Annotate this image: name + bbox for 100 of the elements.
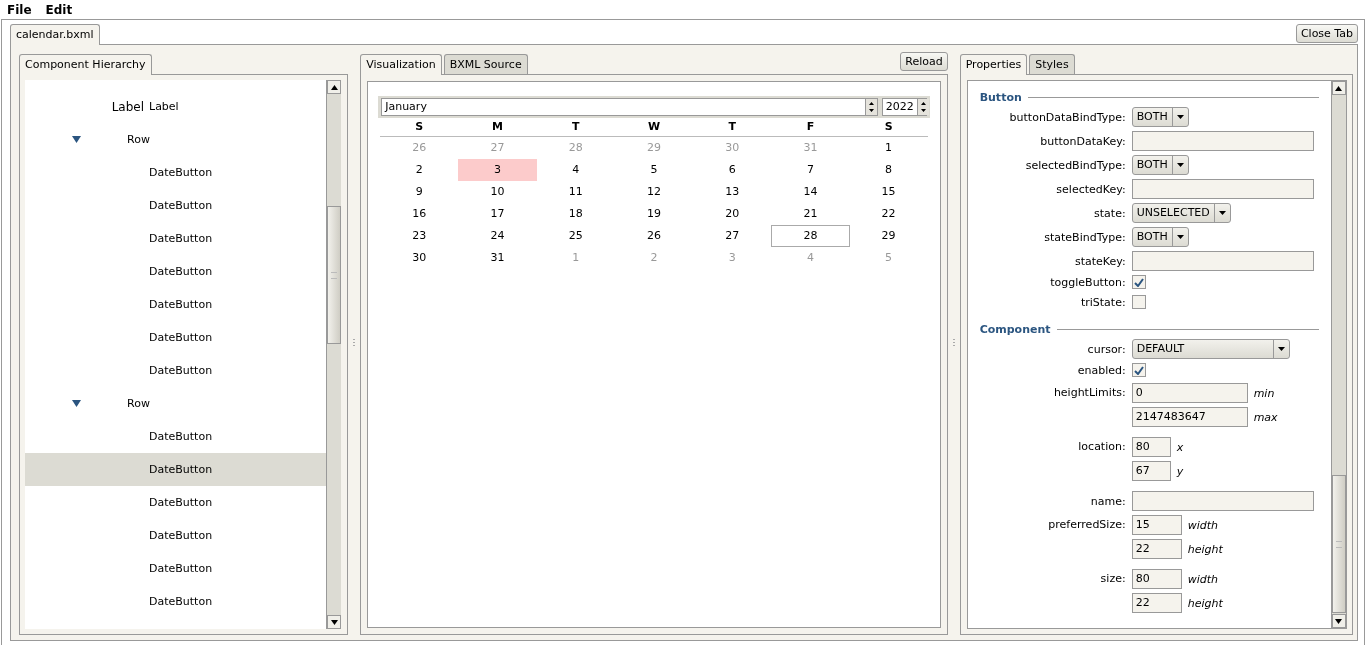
scroll-down-icon[interactable]	[1335, 618, 1343, 624]
dropdown[interactable]: BOTH	[1131, 107, 1189, 127]
number-field[interactable]: 2147483647	[1131, 407, 1248, 427]
year-spinner[interactable]: 2022	[881, 98, 927, 116]
tab[interactable]: Component Hierarchy	[19, 54, 152, 75]
date-button[interactable]: 17	[458, 203, 537, 225]
tree-item[interactable]: Row	[25, 387, 327, 420]
tree-item[interactable]: DateButton	[25, 321, 327, 354]
number-field[interactable]: 80	[1131, 569, 1182, 589]
date-button[interactable]: 6	[693, 159, 772, 181]
tree-item[interactable]: DateButton	[25, 255, 327, 288]
number-field[interactable]: 22	[1131, 593, 1182, 613]
date-button[interactable]: 7	[771, 159, 850, 181]
tree-item[interactable]: DateButton	[25, 354, 327, 387]
tree-item-label: DateButton	[149, 166, 213, 179]
date-button[interactable]: 20	[693, 203, 772, 225]
dropdown[interactable]: BOTH	[1131, 155, 1189, 175]
tree-item-label: Row	[127, 133, 150, 146]
date-button[interactable]: 3	[458, 159, 537, 181]
date-button[interactable]: 30	[380, 247, 459, 269]
tree-item[interactable]: DateButton	[25, 552, 327, 585]
menu-item[interactable]: File	[7, 2, 32, 17]
date-button[interactable]: 1	[849, 137, 928, 159]
tree-item[interactable]: DateButton	[25, 288, 327, 321]
scroll-up-icon[interactable]	[330, 84, 338, 90]
text-field[interactable]	[1131, 251, 1314, 271]
tab[interactable]: Visualization	[360, 54, 442, 75]
date-button[interactable]: 2	[380, 159, 459, 181]
text-field[interactable]	[1131, 131, 1314, 151]
date-button[interactable]: 13	[693, 181, 772, 203]
splitter-grip-icon[interactable]	[952, 338, 955, 346]
tree-item-label: DateButton	[149, 463, 213, 476]
date-button[interactable]: 16	[380, 203, 459, 225]
tree-item-label: DateButton	[149, 265, 213, 278]
text-field[interactable]	[1131, 179, 1314, 199]
weekday-label: F	[805, 119, 816, 135]
number-field[interactable]: 0	[1131, 383, 1248, 403]
dropdown[interactable]: BOTH	[1131, 227, 1189, 247]
tree-item-label: DateButton	[149, 529, 213, 542]
dropdown[interactable]: UNSELECTED	[1131, 203, 1231, 223]
tab[interactable]: BXML Source	[443, 54, 528, 74]
number-field[interactable]: 80	[1131, 437, 1171, 457]
tree-item[interactable]: DateButton	[25, 420, 327, 453]
checkbox[interactable]	[1131, 363, 1146, 377]
tree-item[interactable]: DateButton	[25, 222, 327, 255]
tree-item[interactable]: DateButton	[25, 453, 327, 486]
tab[interactable]: calendar.bxml	[10, 24, 100, 45]
tree-item[interactable]: DateButton	[25, 519, 327, 552]
scrollbar[interactable]	[1331, 81, 1346, 628]
date-button[interactable]: 12	[614, 181, 694, 203]
date-button[interactable]: 19	[614, 203, 694, 225]
close-tab-button[interactable]: Close Tab	[1295, 24, 1358, 43]
date-button[interactable]: 8	[849, 159, 928, 181]
tree-item-label: Label	[149, 100, 179, 113]
tree-item[interactable]: DateButton	[25, 585, 327, 618]
date-button[interactable]: 4	[536, 159, 615, 181]
splitter-grip-icon[interactable]	[353, 338, 356, 346]
scrollbar[interactable]	[326, 80, 342, 629]
menu-item[interactable]: Edit	[45, 2, 73, 17]
number-field[interactable]: 67	[1131, 461, 1171, 481]
dropdown[interactable]: DEFAULT	[1131, 339, 1290, 359]
date-button[interactable]: 29	[849, 225, 928, 247]
tree-item[interactable]: DateButton	[25, 486, 327, 519]
date-button[interactable]: 21	[771, 203, 850, 225]
date-button[interactable]: 23	[380, 225, 459, 247]
date-button[interactable]: 9	[380, 181, 459, 203]
date-button[interactable]: 5	[614, 159, 694, 181]
scroll-down-icon[interactable]	[330, 619, 338, 625]
date-button[interactable]: 27	[693, 225, 772, 247]
tree-item[interactable]: DateButton	[25, 156, 327, 189]
number-field[interactable]: 22	[1131, 539, 1182, 559]
checkbox[interactable]	[1131, 275, 1146, 289]
date-button[interactable]: 14	[771, 181, 850, 203]
reload-button[interactable]: Reload	[900, 52, 948, 71]
tree-item[interactable]: Label Label	[25, 90, 327, 123]
date-button[interactable]: 25	[536, 225, 615, 247]
date-button[interactable]: 10	[458, 181, 537, 203]
component-icon-label: Label	[111, 99, 144, 114]
checkbox[interactable]	[1131, 295, 1146, 309]
month-spinner[interactable]: January	[381, 98, 878, 116]
tab[interactable]: Styles	[1029, 54, 1075, 74]
text-field[interactable]	[1131, 491, 1314, 511]
date-button[interactable]: 26	[614, 225, 694, 247]
tab[interactable]: Properties	[959, 54, 1028, 75]
property-label: stateKey:	[1073, 254, 1126, 268]
date-button[interactable]: 15	[849, 181, 928, 203]
number-field[interactable]: 15	[1131, 515, 1182, 535]
tree-item[interactable]: DateButton	[25, 189, 327, 222]
date-button[interactable]: 11	[536, 181, 615, 203]
date-button[interactable]: 31	[458, 247, 537, 269]
property-label: name:	[1089, 494, 1126, 508]
date-button[interactable]: 24	[458, 225, 537, 247]
property-label: toggleButton:	[1049, 275, 1126, 289]
date-button[interactable]: 22	[849, 203, 928, 225]
date-button[interactable]: 28	[771, 225, 850, 247]
date-button[interactable]: 18	[536, 203, 615, 225]
property-label: preferredSize:	[1047, 518, 1126, 531]
scroll-up-icon[interactable]	[1335, 85, 1343, 91]
tree-item[interactable]: Row	[25, 123, 327, 156]
weekday-label: T	[727, 119, 737, 135]
